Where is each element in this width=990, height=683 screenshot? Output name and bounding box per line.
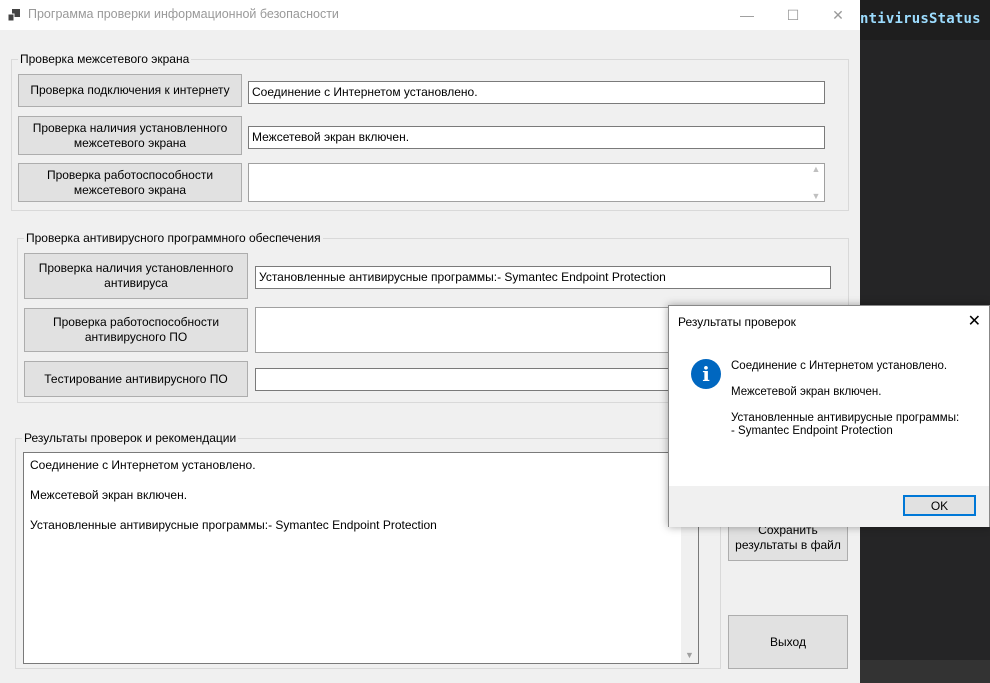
exit-button[interactable]: Выход [728,615,848,669]
check-internet-button[interactable]: Проверка подключения к интернету [18,74,242,107]
firewall-working-result-field[interactable]: ▲ ▼ [248,163,825,202]
scroll-down-icon[interactable]: ▼ [681,646,698,663]
firewall-group-legend: Проверка межсетевого экрана [20,52,190,66]
close-button[interactable]: ✕ [815,0,861,30]
app-icon [8,9,20,21]
dialog-footer: OK [669,486,989,527]
maximize-button[interactable]: ☐ [770,0,816,30]
check-antivirus-installed-button[interactable]: Проверка наличия установленного антивиру… [24,253,248,299]
info-icon: i [691,359,721,389]
window-title: Программа проверки информационной безопа… [28,7,339,21]
results-text: Соединение с Интернетом установлено. Меж… [30,458,437,532]
antivirus-installed-result-field[interactable]: Установленные антивирусные программы:- S… [255,266,831,289]
results-group-legend: Результаты проверок и рекомендации [24,431,237,445]
check-antivirus-working-button[interactable]: Проверка работоспособности антивирусного… [24,308,248,352]
antivirus-working-result-field[interactable] [255,307,675,353]
dialog-message: Соединение с Интернетом установлено. Меж… [731,360,960,437]
dialog-close-button[interactable]: ✕ [968,311,981,331]
check-firewall-working-button[interactable]: Проверка работоспособности межсетевого э… [18,163,242,202]
internet-result-field[interactable]: Соединение с Интернетом установлено. [248,81,825,104]
antivirus-group-legend: Проверка антивирусного программного обес… [26,231,321,245]
ok-button[interactable]: OK [903,495,976,516]
dialog-title: Результаты проверок [678,315,796,329]
title-bar: Программа проверки информационной безопа… [0,0,860,30]
minimize-button[interactable]: — [724,0,770,30]
scroll-up-icon: ▲ [811,164,821,174]
check-firewall-installed-button[interactable]: Проверка наличия установленного межсетев… [18,116,242,155]
code-editor-text: ntivirusStatus [860,11,981,27]
firewall-installed-result-field[interactable]: Межсетевой экран включен. [248,126,825,149]
antivirus-test-result-field[interactable] [255,368,675,391]
test-antivirus-button[interactable]: Тестирование антивирусного ПО [24,361,248,397]
scroll-down-icon: ▼ [811,191,821,201]
firewall-working-scrollbar[interactable]: ▲ ▼ [808,164,824,201]
results-textarea[interactable]: Соединение с Интернетом установлено. Меж… [23,452,699,664]
code-editor-statusbar [860,660,990,683]
results-dialog: Результаты проверок ✕ i Соединение с Инт… [668,305,990,527]
